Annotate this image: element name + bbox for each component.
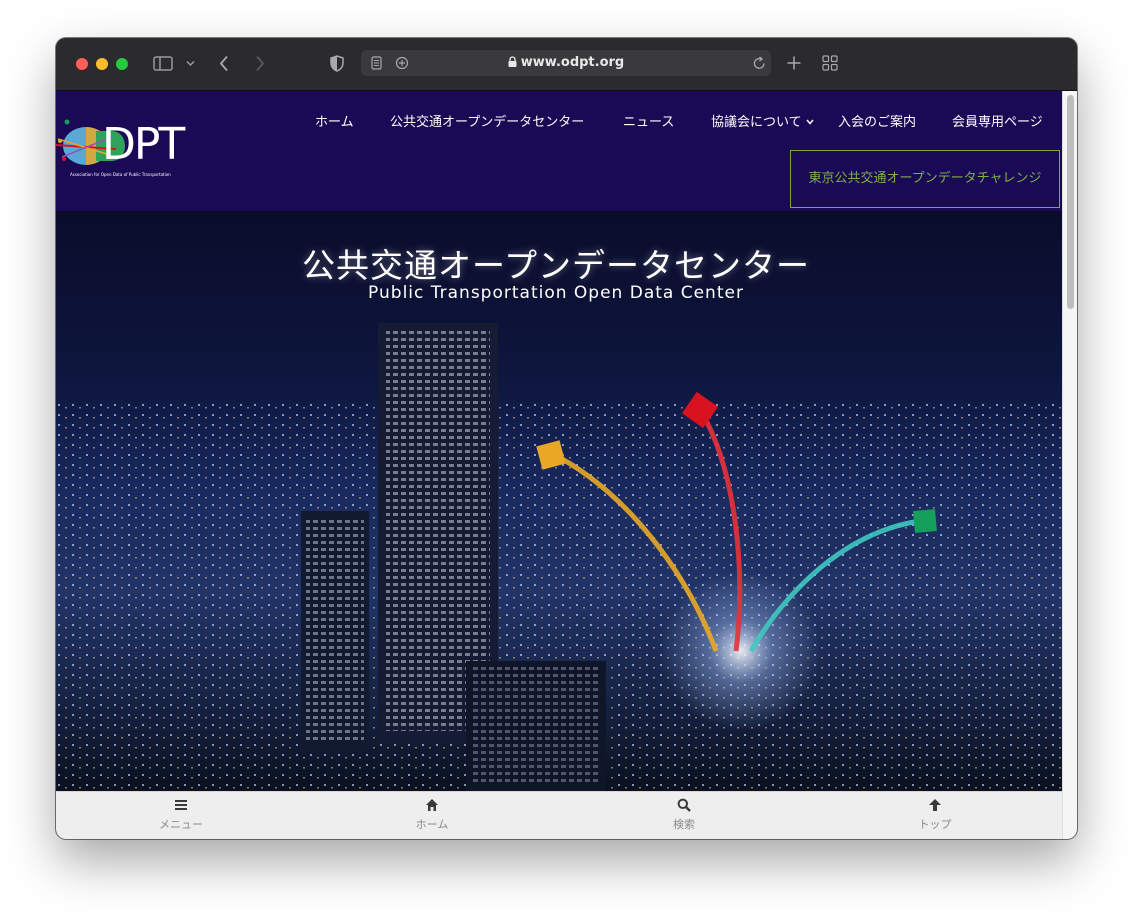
browser-toolbar: www.odpt.org — [56, 38, 1077, 91]
search-icon — [677, 798, 691, 812]
sidebar-toggle-icon[interactable] — [153, 56, 173, 71]
hero-subtitle: Public Transportation Open Data Center — [368, 283, 744, 303]
nav-news[interactable]: ニュース — [623, 111, 674, 130]
address-bar[interactable]: www.odpt.org — [361, 50, 771, 76]
bottom-nav-menu[interactable]: メニュー — [121, 798, 241, 832]
nav-about[interactable]: 協議会について — [711, 111, 814, 130]
page-viewport: DPT Association for Open Data of Public … — [56, 91, 1062, 839]
nav-membership[interactable]: 入会のご案内 — [838, 111, 916, 130]
tab-overview-icon[interactable] — [822, 55, 838, 71]
bottom-nav-search-label: 検索 — [673, 818, 695, 831]
site-logo[interactable]: DPT Association for Open Data of Public … — [56, 119, 186, 183]
arrow-up-icon — [929, 799, 941, 811]
bottom-nav-top[interactable]: トップ — [875, 798, 995, 832]
bottom-nav-top-label: トップ — [918, 818, 952, 831]
menu-icon — [175, 800, 187, 810]
nav-members-page[interactable]: 会員専用ページ — [952, 111, 1043, 130]
open-data-challenge-button[interactable]: 東京公共交通オープンデータチャレンジ — [790, 150, 1060, 208]
bottom-nav-bar: メニュー ホーム 検索 トップ — [56, 791, 1062, 839]
bottom-nav-menu-label: メニュー — [159, 818, 203, 831]
minimize-window-button[interactable] — [96, 58, 108, 70]
scrollbar-thumb[interactable] — [1067, 95, 1074, 309]
bottom-nav-home-label: ホーム — [415, 818, 449, 831]
bottom-nav-home[interactable]: ホーム — [372, 798, 492, 832]
chevron-down-icon[interactable] — [186, 60, 195, 67]
logo-text: DPT — [102, 119, 185, 170]
forward-icon[interactable] — [255, 55, 265, 72]
close-window-button[interactable] — [76, 58, 88, 70]
hero-banner: 公共交通オープンデータセンター Public Transportation Op… — [56, 211, 1062, 791]
url-text: www.odpt.org — [520, 55, 625, 70]
page-scrollbar[interactable] — [1062, 91, 1077, 839]
lock-icon — [508, 56, 517, 67]
privacy-shield-icon[interactable] — [330, 55, 344, 72]
nav-data-center[interactable]: 公共交通オープンデータセンター — [390, 111, 584, 130]
hero-title: 公共交通オープンデータセンター — [301, 246, 811, 285]
nav-home[interactable]: ホーム — [315, 111, 354, 130]
maximize-window-button[interactable] — [116, 58, 128, 70]
browser-window: www.odpt.org DPT Association for Open Da… — [56, 38, 1077, 839]
back-icon[interactable] — [219, 55, 229, 72]
url-display[interactable]: www.odpt.org — [361, 55, 771, 70]
home-icon — [426, 799, 438, 811]
site-header: DPT Association for Open Data of Public … — [56, 91, 1062, 211]
new-tab-icon[interactable] — [787, 56, 801, 70]
nav-about-label: 協議会について — [711, 115, 802, 130]
bottom-nav-search[interactable]: 検索 — [624, 798, 744, 832]
reload-icon[interactable] — [753, 56, 766, 70]
logo-tagline: Association for Open Data of Public Tran… — [70, 172, 171, 177]
chevron-down-icon — [806, 119, 814, 125]
